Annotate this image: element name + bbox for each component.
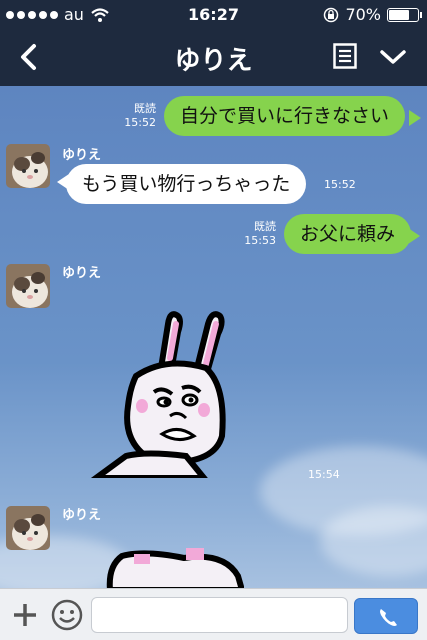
nav-bar: ゆりえ (0, 28, 427, 86)
plus-icon[interactable] (10, 600, 40, 630)
sender-name: ゆりえ (62, 148, 102, 163)
message-time: 15:54 (308, 468, 340, 481)
message-input[interactable] (91, 597, 348, 633)
read-receipt: 既読 (254, 220, 276, 233)
phone-icon (380, 609, 397, 626)
chat-title: ゆりえ (174, 46, 253, 76)
battery-icon (387, 7, 422, 22)
avatar[interactable] (6, 264, 50, 308)
chat-area[interactable]: 既読 15:52 自分で買いに行きなさい ゆりえ もう買い物行っちゃった 15:… (0, 86, 427, 588)
cat-avatar-icon (6, 144, 50, 188)
message-meta: 既読 15:53 (236, 220, 276, 248)
cat-avatar-icon (6, 264, 50, 308)
avatar[interactable] (6, 144, 50, 188)
message-text: お父に頼み (300, 223, 396, 245)
cat-avatar-icon (6, 506, 50, 550)
rabbit-sticker[interactable] (86, 306, 226, 478)
status-right: 70% (323, 5, 422, 24)
message-text: 自分で買いに行きなさい (180, 105, 390, 127)
message-meta: 既読 15:52 (116, 102, 156, 130)
message-time: 15:52 (324, 178, 356, 191)
received-message-bubble[interactable]: もう買い物行っちゃった (66, 164, 307, 204)
read-receipt: 既読 (134, 102, 156, 115)
list-icon[interactable] (333, 43, 357, 69)
message-text: もう買い物行っちゃった (82, 173, 291, 195)
sent-message-bubble[interactable]: お父に頼み (284, 214, 412, 254)
chevron-down-icon[interactable] (378, 46, 408, 68)
sent-message-bubble[interactable]: 自分で買いに行きなさい (164, 96, 406, 136)
message-input-bar (0, 588, 427, 640)
sender-name: ゆりえ (62, 266, 102, 281)
message-time: 15:53 (244, 234, 276, 247)
emoji-icon[interactable] (50, 598, 84, 632)
message-time: 15:52 (124, 116, 156, 129)
sender-name: ゆりえ (62, 508, 102, 523)
status-bar: au 16:27 70% (0, 0, 427, 28)
rotation-lock-icon (324, 7, 339, 22)
battery-percent: 70% (345, 5, 381, 24)
call-button[interactable] (354, 598, 418, 634)
rabbit-sticker[interactable] (104, 546, 244, 588)
avatar[interactable] (6, 506, 50, 550)
